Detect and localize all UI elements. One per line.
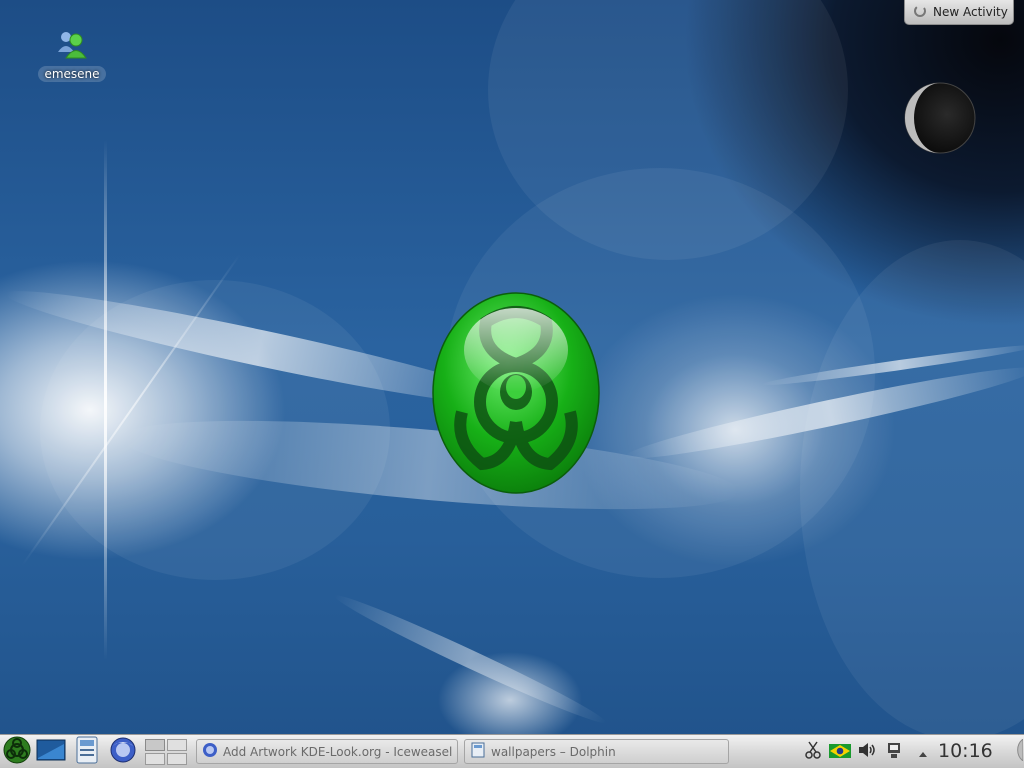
panel-toolbox-icon <box>1005 737 1024 765</box>
volume-button[interactable] <box>856 743 878 761</box>
file-manager-icon <box>75 736 99 768</box>
new-activity-label: New Activity <box>933 5 1008 19</box>
desktop[interactable]: emesene New Activity Add Artwork KDE-Loo… <box>0 0 1024 768</box>
keyboard-layout-button[interactable] <box>828 743 852 761</box>
file-manager-button[interactable] <box>72 736 102 768</box>
pager-desktop-3[interactable] <box>145 753 165 765</box>
tray-expand-icon <box>918 743 928 762</box>
iceweasel-icon <box>109 736 137 768</box>
volume-icon <box>857 741 877 763</box>
network-button[interactable] <box>884 743 904 761</box>
desktop-pager[interactable] <box>145 739 187 765</box>
wallpaper-sparkle <box>104 140 107 660</box>
network-icon <box>886 741 902 763</box>
kickoff-biohazard-icon <box>3 736 31 768</box>
klipper-scissors-icon <box>805 741 821 763</box>
biohazard-icon <box>432 292 600 494</box>
desktop-icon <box>36 738 66 766</box>
pager-desktop-4[interactable] <box>167 753 187 765</box>
pager-desktop-2[interactable] <box>167 739 187 751</box>
desktop-icon-label: emesene <box>38 66 106 82</box>
panel-toolbox-button[interactable] <box>1004 737 1024 763</box>
show-desktop-button[interactable] <box>36 737 66 767</box>
clipboard-tray-button[interactable] <box>804 741 822 763</box>
clock[interactable]: 10:16 <box>938 740 993 762</box>
task-label: wallpapers – Dolphin <box>491 744 616 759</box>
kickoff-menu-button[interactable] <box>2 736 32 768</box>
emesene-users-icon <box>55 28 89 62</box>
iceweasel-icon <box>202 742 218 761</box>
wallpaper-light-streak <box>330 587 610 731</box>
moon-phase-icon[interactable] <box>904 82 976 154</box>
dolphin-icon <box>470 742 486 761</box>
tray-expand-button[interactable] <box>916 743 930 761</box>
pager-desktop-1[interactable] <box>145 739 165 751</box>
task-label: Add Artwork KDE-Look.org - Iceweasel <box>223 744 453 759</box>
task-iceweasel[interactable]: Add Artwork KDE-Look.org - Iceweasel <box>196 739 458 764</box>
activity-spinner-icon <box>913 4 927 21</box>
task-dolphin[interactable]: wallpapers – Dolphin <box>464 739 729 764</box>
taskbar-panel: Add Artwork KDE-Look.org - Iceweasel wal… <box>0 734 1024 768</box>
web-browser-button[interactable] <box>108 737 138 767</box>
new-activity-button[interactable]: New Activity <box>904 0 1014 25</box>
brazil-flag-icon <box>829 743 851 762</box>
desktop-icon-emesene[interactable]: emesene <box>36 28 108 82</box>
